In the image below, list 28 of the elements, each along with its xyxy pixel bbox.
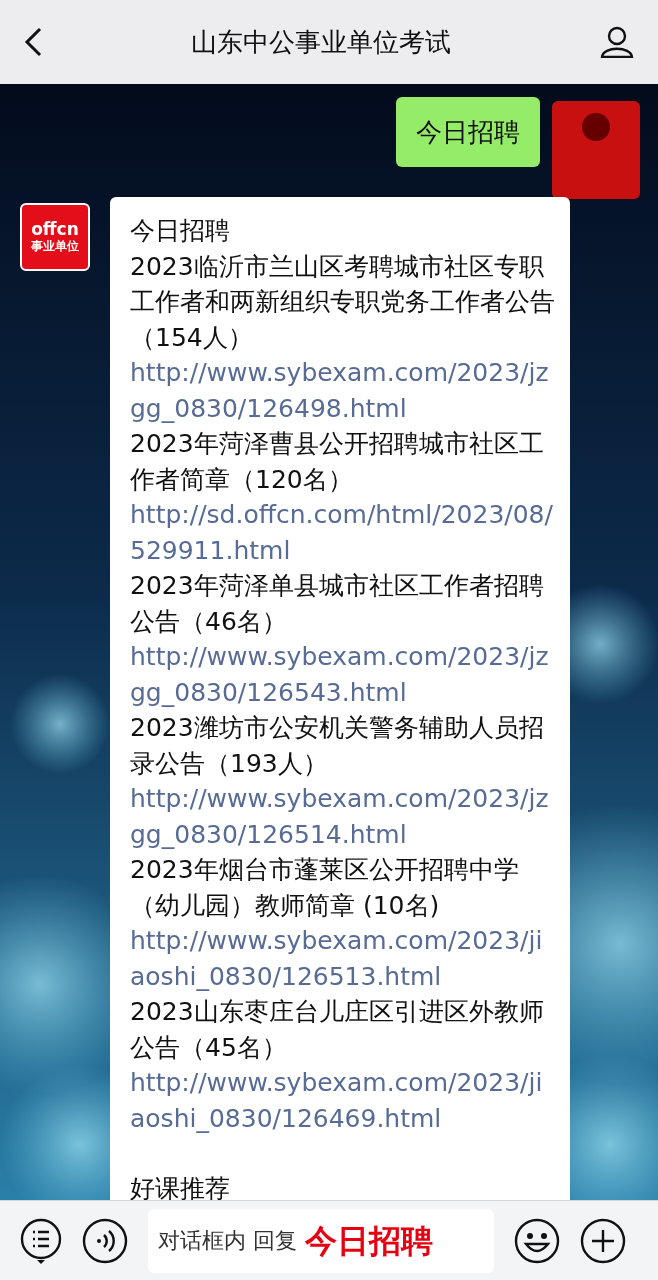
job-link[interactable]: http://www.sybexam.com/2023/jzgg_0830/126514.html (130, 781, 556, 852)
plus-icon[interactable] (580, 1217, 626, 1264)
job-title: 2023山东枣庄台儿庄区引进区外教师公告（45名） (130, 996, 545, 1064)
input-hint: 对话框内 回复 (158, 1227, 297, 1255)
job-title: 2023潍坊市公安机关警务辅助人员招录公告（193人） (130, 712, 545, 780)
job-link[interactable]: http://www.sybexam.com/2023/jiaoshi_0830/126513.html (130, 923, 556, 994)
input-field[interactable]: 对话框内 回复 今日招聘 (148, 1208, 494, 1273)
smiley-icon[interactable] (514, 1217, 560, 1264)
job-link[interactable]: http://www.sybexam.com/2023/jzgg_0830/126498.html (130, 355, 556, 426)
message-heading: 今日招聘 (130, 215, 231, 247)
menu-icon[interactable] (20, 1217, 62, 1264)
brand-logo-text: offcn (31, 220, 79, 238)
keyword-text: 今日招聘 (305, 1220, 433, 1262)
job-title: 2023临沂市兰山区考聘城市社区专职工作者和两新组织专职党务工作者公告（154人） (130, 250, 556, 354)
job-title: 2023年烟台市蓬莱区公开招聘中学（幼儿园）教师简章 (10名) (130, 854, 520, 922)
job-link[interactable]: http://www.sybexam.com/2023/jzgg_0830/126543.html (130, 639, 556, 710)
job-title: 2023年菏泽单县城市社区工作者招聘公告（46名） (130, 570, 545, 638)
voice-icon[interactable] (82, 1217, 128, 1264)
person-icon[interactable] (600, 26, 634, 58)
message-text: 今日招聘 (416, 115, 520, 149)
job-title: 2023年菏泽曹县公开招聘城市社区工作者简章（120名） (130, 428, 545, 496)
avatar-caption: 事业单位 (31, 238, 79, 254)
job-link[interactable]: http://sd.offcn.com/html/2023/08/529911.html (130, 497, 556, 568)
back-icon[interactable] (24, 27, 42, 57)
job-link[interactable]: http://www.sybexam.com/2023/jiaoshi_0830/126469.html (130, 1065, 556, 1136)
account-avatar[interactable]: offcn 事业单位 (20, 203, 90, 271)
section-heading: 好课推荐 (130, 1173, 231, 1200)
window-title: 山东中公事业单位考试 (191, 25, 451, 59)
